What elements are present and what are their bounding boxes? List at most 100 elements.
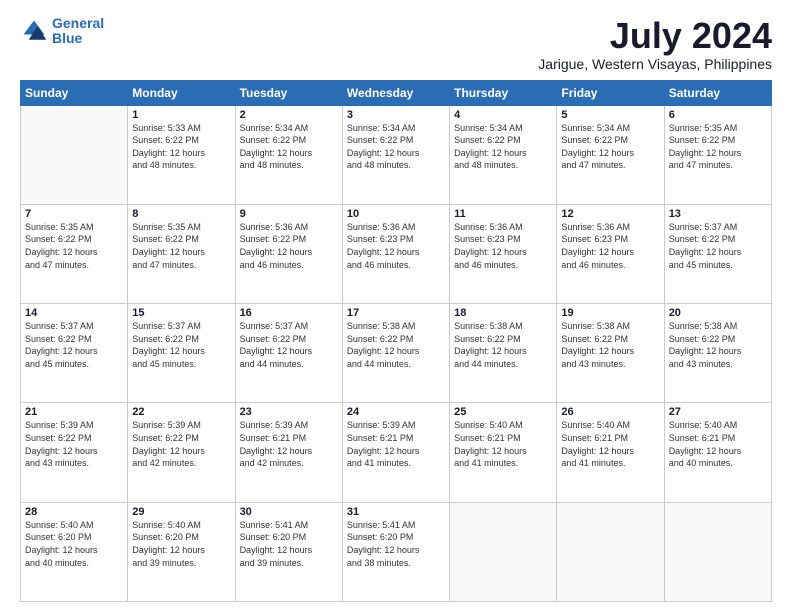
day-number: 27	[669, 406, 767, 418]
calendar-cell: 29Sunrise: 5:40 AM Sunset: 6:20 PM Dayli…	[128, 502, 235, 601]
column-header-friday: Friday	[557, 80, 664, 105]
calendar-cell: 1Sunrise: 5:33 AM Sunset: 6:22 PM Daylig…	[128, 105, 235, 204]
calendar-table: SundayMondayTuesdayWednesdayThursdayFrid…	[20, 80, 772, 602]
calendar-body: 1Sunrise: 5:33 AM Sunset: 6:22 PM Daylig…	[21, 105, 772, 601]
column-header-sunday: Sunday	[21, 80, 128, 105]
calendar-cell	[21, 105, 128, 204]
day-number: 18	[454, 307, 552, 319]
day-number: 17	[347, 307, 445, 319]
calendar-cell: 17Sunrise: 5:38 AM Sunset: 6:22 PM Dayli…	[342, 304, 449, 403]
day-number: 14	[25, 307, 123, 319]
calendar-cell: 2Sunrise: 5:34 AM Sunset: 6:22 PM Daylig…	[235, 105, 342, 204]
week-row-4: 21Sunrise: 5:39 AM Sunset: 6:22 PM Dayli…	[21, 403, 772, 502]
day-number: 25	[454, 406, 552, 418]
day-info: Sunrise: 5:38 AM Sunset: 6:22 PM Dayligh…	[347, 320, 445, 370]
day-number: 23	[240, 406, 338, 418]
day-number: 21	[25, 406, 123, 418]
day-info: Sunrise: 5:35 AM Sunset: 6:22 PM Dayligh…	[132, 221, 230, 271]
day-info: Sunrise: 5:39 AM Sunset: 6:22 PM Dayligh…	[132, 419, 230, 469]
calendar-cell: 12Sunrise: 5:36 AM Sunset: 6:23 PM Dayli…	[557, 204, 664, 303]
calendar-cell: 24Sunrise: 5:39 AM Sunset: 6:21 PM Dayli…	[342, 403, 449, 502]
day-number: 15	[132, 307, 230, 319]
day-number: 12	[561, 208, 659, 220]
calendar-cell: 31Sunrise: 5:41 AM Sunset: 6:20 PM Dayli…	[342, 502, 449, 601]
calendar-cell	[664, 502, 771, 601]
day-number: 4	[454, 109, 552, 121]
day-info: Sunrise: 5:34 AM Sunset: 6:22 PM Dayligh…	[561, 122, 659, 172]
day-number: 11	[454, 208, 552, 220]
calendar-cell: 19Sunrise: 5:38 AM Sunset: 6:22 PM Dayli…	[557, 304, 664, 403]
column-header-saturday: Saturday	[664, 80, 771, 105]
day-info: Sunrise: 5:41 AM Sunset: 6:20 PM Dayligh…	[347, 519, 445, 569]
day-info: Sunrise: 5:34 AM Sunset: 6:22 PM Dayligh…	[240, 122, 338, 172]
week-row-5: 28Sunrise: 5:40 AM Sunset: 6:20 PM Dayli…	[21, 502, 772, 601]
logo-line1: General	[52, 15, 104, 31]
calendar-cell: 6Sunrise: 5:35 AM Sunset: 6:22 PM Daylig…	[664, 105, 771, 204]
main-title: July 2024	[538, 16, 772, 56]
week-row-3: 14Sunrise: 5:37 AM Sunset: 6:22 PM Dayli…	[21, 304, 772, 403]
week-row-2: 7Sunrise: 5:35 AM Sunset: 6:22 PM Daylig…	[21, 204, 772, 303]
logo-text: General Blue	[52, 16, 104, 47]
day-info: Sunrise: 5:38 AM Sunset: 6:22 PM Dayligh…	[561, 320, 659, 370]
calendar-cell: 20Sunrise: 5:38 AM Sunset: 6:22 PM Dayli…	[664, 304, 771, 403]
day-number: 8	[132, 208, 230, 220]
calendar-cell: 30Sunrise: 5:41 AM Sunset: 6:20 PM Dayli…	[235, 502, 342, 601]
day-number: 26	[561, 406, 659, 418]
header: General Blue July 2024 Jarigue, Western …	[20, 16, 772, 72]
calendar-cell	[450, 502, 557, 601]
day-number: 29	[132, 506, 230, 518]
day-info: Sunrise: 5:39 AM Sunset: 6:21 PM Dayligh…	[240, 419, 338, 469]
day-info: Sunrise: 5:40 AM Sunset: 6:21 PM Dayligh…	[561, 419, 659, 469]
logo-line2: Blue	[52, 30, 82, 46]
column-header-thursday: Thursday	[450, 80, 557, 105]
day-number: 24	[347, 406, 445, 418]
title-block: July 2024 Jarigue, Western Visayas, Phil…	[538, 16, 772, 72]
calendar-cell: 11Sunrise: 5:36 AM Sunset: 6:23 PM Dayli…	[450, 204, 557, 303]
day-info: Sunrise: 5:40 AM Sunset: 6:20 PM Dayligh…	[132, 519, 230, 569]
calendar-cell: 21Sunrise: 5:39 AM Sunset: 6:22 PM Dayli…	[21, 403, 128, 502]
calendar-cell: 16Sunrise: 5:37 AM Sunset: 6:22 PM Dayli…	[235, 304, 342, 403]
calendar-cell: 23Sunrise: 5:39 AM Sunset: 6:21 PM Dayli…	[235, 403, 342, 502]
day-info: Sunrise: 5:41 AM Sunset: 6:20 PM Dayligh…	[240, 519, 338, 569]
calendar-cell: 27Sunrise: 5:40 AM Sunset: 6:21 PM Dayli…	[664, 403, 771, 502]
calendar-cell: 13Sunrise: 5:37 AM Sunset: 6:22 PM Dayli…	[664, 204, 771, 303]
calendar-cell: 3Sunrise: 5:34 AM Sunset: 6:22 PM Daylig…	[342, 105, 449, 204]
logo-icon	[20, 17, 48, 45]
day-info: Sunrise: 5:35 AM Sunset: 6:22 PM Dayligh…	[25, 221, 123, 271]
day-info: Sunrise: 5:37 AM Sunset: 6:22 PM Dayligh…	[669, 221, 767, 271]
day-number: 22	[132, 406, 230, 418]
day-info: Sunrise: 5:36 AM Sunset: 6:22 PM Dayligh…	[240, 221, 338, 271]
calendar-cell: 8Sunrise: 5:35 AM Sunset: 6:22 PM Daylig…	[128, 204, 235, 303]
day-info: Sunrise: 5:38 AM Sunset: 6:22 PM Dayligh…	[454, 320, 552, 370]
day-number: 10	[347, 208, 445, 220]
day-number: 28	[25, 506, 123, 518]
day-number: 3	[347, 109, 445, 121]
calendar-header: SundayMondayTuesdayWednesdayThursdayFrid…	[21, 80, 772, 105]
calendar-cell: 9Sunrise: 5:36 AM Sunset: 6:22 PM Daylig…	[235, 204, 342, 303]
day-info: Sunrise: 5:33 AM Sunset: 6:22 PM Dayligh…	[132, 122, 230, 172]
day-info: Sunrise: 5:34 AM Sunset: 6:22 PM Dayligh…	[347, 122, 445, 172]
day-number: 31	[347, 506, 445, 518]
day-number: 5	[561, 109, 659, 121]
header-row: SundayMondayTuesdayWednesdayThursdayFrid…	[21, 80, 772, 105]
day-number: 20	[669, 307, 767, 319]
day-info: Sunrise: 5:38 AM Sunset: 6:22 PM Dayligh…	[669, 320, 767, 370]
calendar-cell: 10Sunrise: 5:36 AM Sunset: 6:23 PM Dayli…	[342, 204, 449, 303]
calendar-cell: 22Sunrise: 5:39 AM Sunset: 6:22 PM Dayli…	[128, 403, 235, 502]
day-info: Sunrise: 5:40 AM Sunset: 6:21 PM Dayligh…	[669, 419, 767, 469]
column-header-wednesday: Wednesday	[342, 80, 449, 105]
day-info: Sunrise: 5:40 AM Sunset: 6:20 PM Dayligh…	[25, 519, 123, 569]
calendar-cell: 7Sunrise: 5:35 AM Sunset: 6:22 PM Daylig…	[21, 204, 128, 303]
calendar-cell: 14Sunrise: 5:37 AM Sunset: 6:22 PM Dayli…	[21, 304, 128, 403]
subtitle: Jarigue, Western Visayas, Philippines	[538, 56, 772, 72]
day-info: Sunrise: 5:36 AM Sunset: 6:23 PM Dayligh…	[347, 221, 445, 271]
day-info: Sunrise: 5:40 AM Sunset: 6:21 PM Dayligh…	[454, 419, 552, 469]
day-number: 7	[25, 208, 123, 220]
day-info: Sunrise: 5:37 AM Sunset: 6:22 PM Dayligh…	[25, 320, 123, 370]
calendar-cell: 25Sunrise: 5:40 AM Sunset: 6:21 PM Dayli…	[450, 403, 557, 502]
day-info: Sunrise: 5:39 AM Sunset: 6:22 PM Dayligh…	[25, 419, 123, 469]
calendar-cell: 18Sunrise: 5:38 AM Sunset: 6:22 PM Dayli…	[450, 304, 557, 403]
page: General Blue July 2024 Jarigue, Western …	[0, 0, 792, 612]
calendar-cell: 15Sunrise: 5:37 AM Sunset: 6:22 PM Dayli…	[128, 304, 235, 403]
day-info: Sunrise: 5:39 AM Sunset: 6:21 PM Dayligh…	[347, 419, 445, 469]
